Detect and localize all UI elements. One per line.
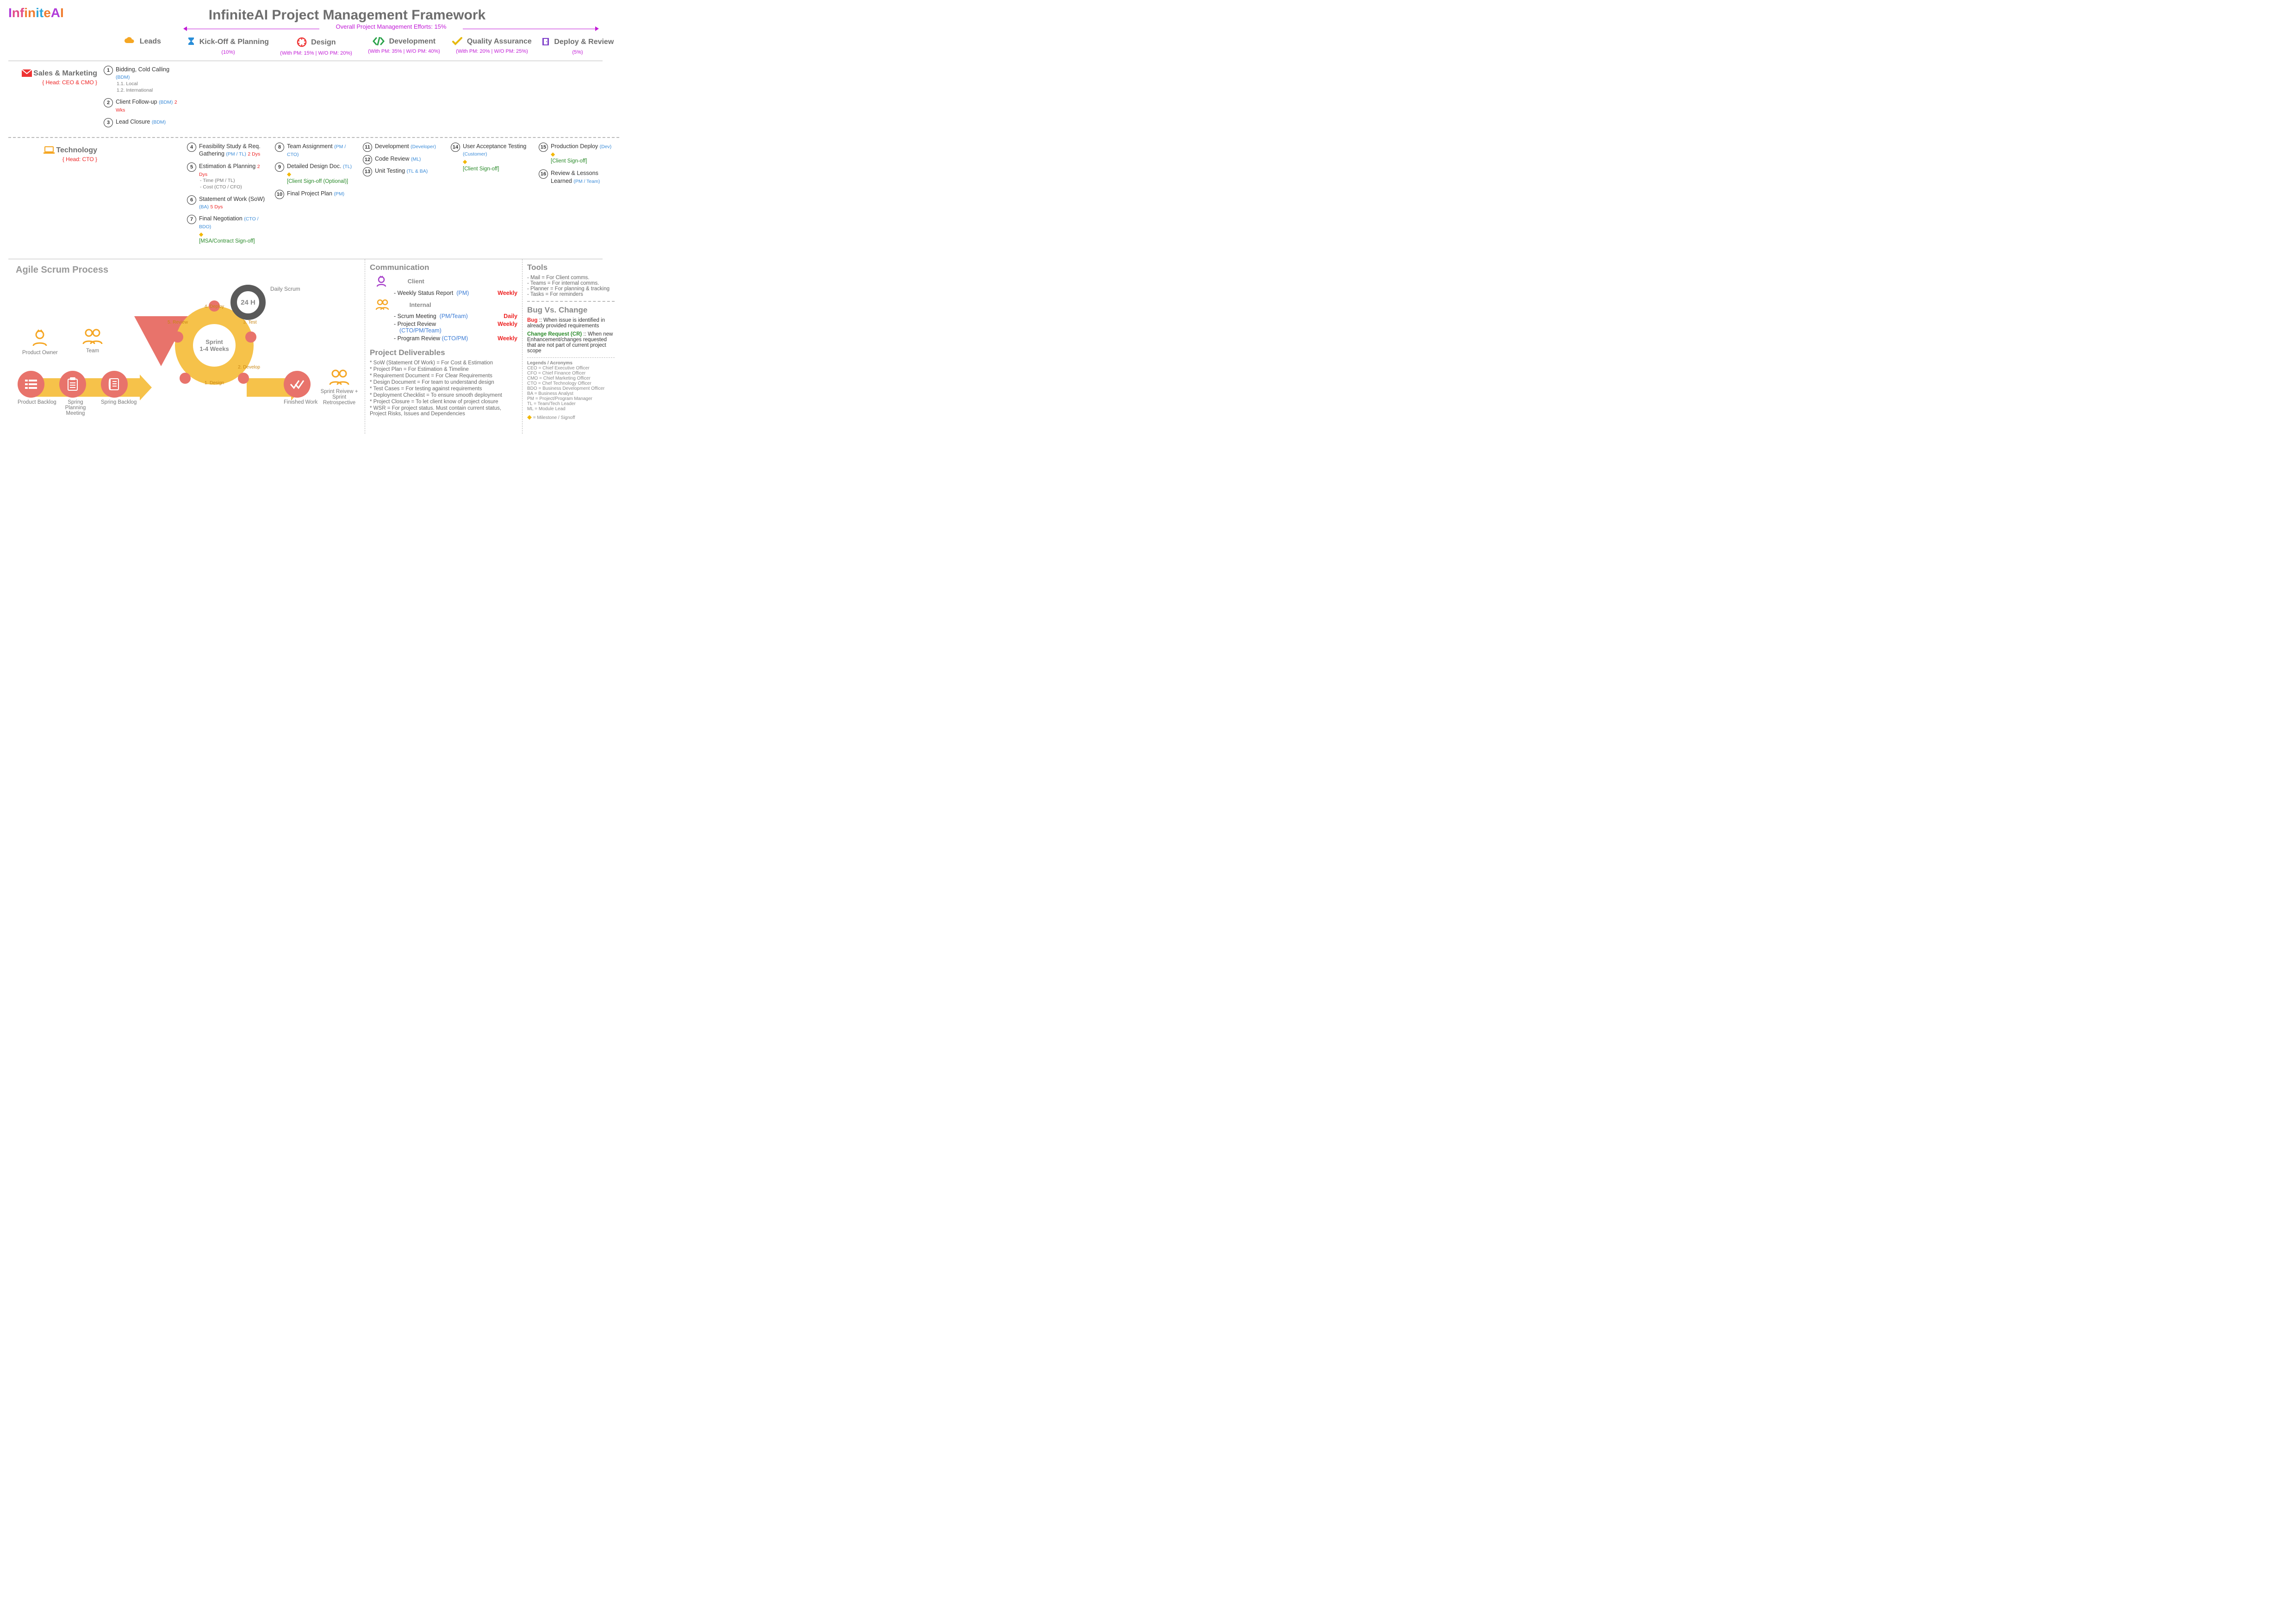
step: 8Team Assignment (PM / CTO) [275,143,357,158]
product-backlog-icon: Product Backlog [18,371,56,405]
cell-tech-kickoff: 4Feasibility Study & Req. Gathering (PM … [184,138,272,256]
step: 9Detailed Design Doc. (TL)◆[Client Sign-… [275,162,357,185]
list-item: CMO = Chief Marketing Officer [527,376,615,381]
step: 16Review & Lessons Learned (PM / Team) [539,169,616,185]
daily-scrum-label: Daily Scrum [270,286,300,292]
laptop-icon [44,146,55,155]
list-item: BDO = Business Development Officer [527,386,615,391]
step: 2Client Follow-up (BDM) 2 Wks [104,98,181,113]
client-icon [375,275,387,288]
cell-tech-deploy: 15Production Deploy (Dev)◆[Client Sign-o… [536,138,619,256]
list-item: * Project Closure = To let client know o… [370,399,517,405]
step: 12Code Review (ML) [363,155,445,163]
cell-tech-design: 8Team Assignment (PM / CTO) 9Detailed Des… [272,138,360,256]
comm-row: - Program Review (CTO/PM)Weekly [394,335,517,342]
tools-title: Tools [527,263,615,272]
comm-row: - Project ReviewWeekly(CTO/PM/Team) [394,321,517,334]
mail-icon [22,69,32,78]
team-icon: Team [82,328,103,354]
pm-effort-label: Overall Project Management Efforts: 15% [319,23,463,30]
communication-title: Communication [370,263,517,272]
cr-definition: Change Request (CR) :: When new Enhancem… [527,331,615,354]
step: 7Final Negotiation (CTO / BDO)◆[MSA/Cont… [187,215,269,245]
list-item: CFO = Chief Finance Officer [527,371,615,376]
list-item: - Planner = For planning & tracking [527,286,615,292]
tools-list: - Mail = For Client comms.- Teams = For … [527,275,615,297]
list-item: * Requirement Document = For Clear Requi… [370,373,517,379]
phase-dev: Development (With PM: 35% | W/O PM: 40%) [360,33,448,61]
bug-definition: Bug :: When issue is identified in alrea… [527,318,615,329]
list-item: * Test Cases = For testing against requi… [370,386,517,392]
step: 14User Acceptance Testing (Customer)◆[Cl… [451,143,533,172]
deliverables-list: * SoW (Statement Of Work) = For Cost & E… [370,360,517,417]
bugvschange-title: Bug Vs. Change [527,306,615,315]
cell-sales-leads: 1Bidding, Cold Calling (BDM)1.1. Local 1… [101,61,184,137]
phase-kickoff: Kick-Off & Planning (10%) [184,33,272,61]
list-item: * Design Document = For team to understa… [370,380,517,385]
daily-scrum-badge: 24 H [230,285,266,320]
deliverables-title: Project Deliverables [370,348,517,357]
phase-design: Design (With PM: 15% | W/O PM: 20%) [272,33,360,61]
pm-effort-arrow: Overall Project Management Efforts: 15% [184,24,598,33]
lane-sales-label: Sales & Marketing { Head: CEO & CMO } [8,61,101,137]
step: 1Bidding, Cold Calling (BDM)1.1. Local 1… [104,66,181,94]
list-item: CEO = Chief Executive Officer [527,366,615,371]
milestone-icon: ◆ [527,413,532,420]
internal-icon [375,299,389,312]
list-item: BA = Business Analyst [527,391,615,396]
page-title: InfiniteAI Project Management Framework [8,6,603,24]
list-item: * WSR = For project status. Must contain… [370,406,517,417]
step: 10Final Project Plan (PM) [275,190,357,198]
phase-deploy: Deploy & Review (5%) [536,33,619,61]
cloud-icon [124,37,135,47]
list-item: PM = Project/Program Manager [527,396,615,401]
phase-leads: Leads [101,33,184,61]
list-item: ML = Module Lead [527,406,615,412]
agile-panel: Agile Scrum Process Sprint1-4 Weeks 1. D… [8,259,365,434]
hexring-icon [297,37,307,49]
list-item: TL = Team/Tech Leader [527,401,615,406]
phase-qa: Quality Assurance (With PM: 20% | W/O PM… [448,33,536,61]
list-item: - Tasks = For reminders [527,292,615,297]
cell-tech-dev: 11Development (Developer) 12Code Review (… [360,138,448,256]
list-item: CTO = Chef Technology Officer [527,381,615,386]
product-owner-icon: Product Owner [22,328,58,356]
step: 13Unit Testing (TL & BA) [363,167,445,175]
step: 5Estimation & Planning 2 Dys - Time (PM … [187,162,269,191]
swimlanes: Sales & Marketing { Head: CEO & CMO } 1B… [8,61,603,256]
brand-logo: InfiniteAI [8,6,92,20]
list-item: * Deployment Checklist = To ensure smoot… [370,393,517,398]
spring-backlog-icon: Spring Backlog [101,371,137,405]
finished-work-icon: Finished Work [284,371,317,405]
sprint-review-icon: Sprint Reivew + Sprint Retrospective [318,369,360,406]
check-icon [452,37,462,47]
legends-panel: Legends / Acronyms CEO = Chief Executive… [527,357,615,421]
step: 15Production Deploy (Dev)◆[Client Sign-o… [539,143,616,165]
door-icon [541,37,550,48]
step: 4Feasibility Study & Req. Gathering (PM … [187,143,269,158]
comm-row: - Weekly Status Report (PM)Weekly [394,290,517,296]
comm-row: - Scrum Meeting (PM/Team)Daily [394,313,517,319]
code-icon [373,37,385,47]
list-item: * SoW (Statement Of Work) = For Cost & E… [370,360,517,366]
list-item: - Mail = For Client comms. [527,275,615,281]
phase-header-row: Leads Kick-Off & Planning (10%) Design (… [8,33,603,61]
spring-planning-icon: Spring Planning Meeting [59,371,92,416]
list-item: * Project Plan = For Estimation & Timeli… [370,367,517,372]
list-item: - Teams = For internal comms. [527,281,615,286]
lane-tech-label: Technology { Head: CTO } [8,138,101,256]
cell-tech-qa: 14User Acceptance Testing (Customer)◆[Cl… [448,138,536,256]
step: 11Development (Developer) [363,143,445,150]
hourglass-icon [187,37,195,48]
step: 6Statement of Work (SoW) (BA) 5 Dys [187,195,269,211]
step: 3Lead Closure (BDM) [104,118,181,126]
